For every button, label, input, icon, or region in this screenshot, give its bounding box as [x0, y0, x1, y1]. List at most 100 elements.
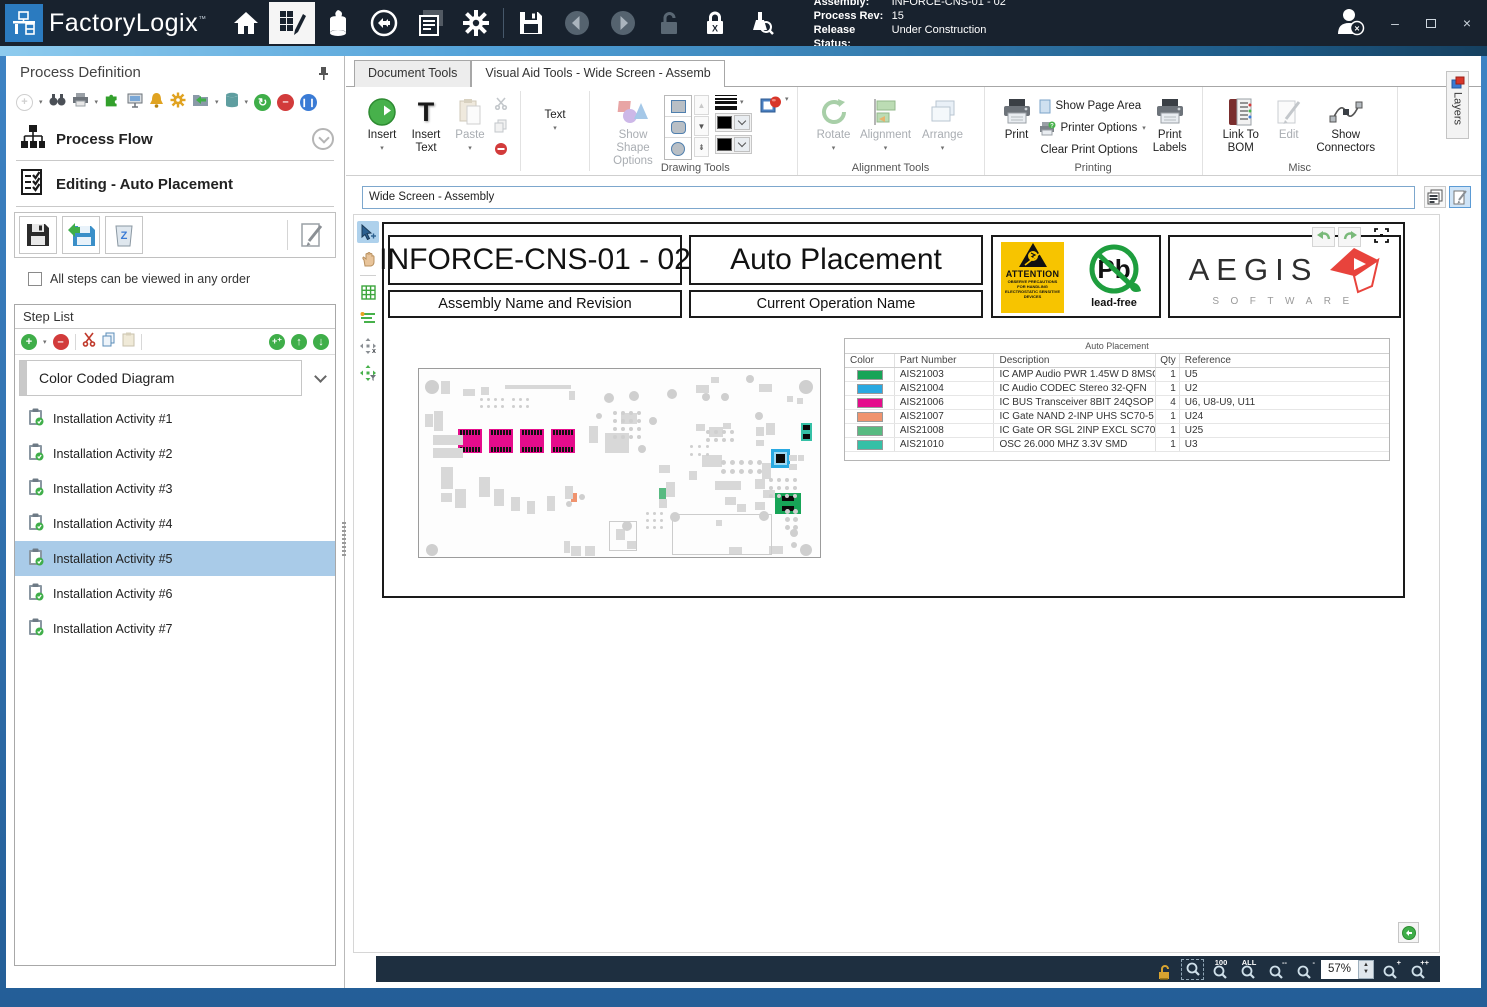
refresh-view-button[interactable] — [1398, 922, 1419, 943]
edit-notes-button[interactable] — [293, 216, 331, 254]
gallery-up-icon[interactable]: ▲ — [694, 95, 709, 115]
step-item[interactable]: Installation Activity #1 — [15, 401, 335, 436]
save-step-button[interactable] — [19, 216, 57, 254]
step-item-selected[interactable]: Installation Activity #5 — [15, 541, 335, 576]
documents-button[interactable] — [407, 2, 453, 44]
chevron-down-icon[interactable] — [314, 370, 327, 383]
print-button[interactable]: Print — [995, 93, 1039, 142]
rectangle-shape-button[interactable] — [665, 96, 691, 117]
zoom-selection-icon[interactable] — [1181, 959, 1204, 980]
materials-button[interactable] — [315, 2, 361, 44]
document-name-field[interactable]: Wide Screen - Assembly — [362, 186, 1415, 209]
step-item[interactable]: Installation Activity #3 — [15, 471, 335, 506]
paste-icon[interactable] — [122, 332, 135, 352]
search-binoculars-icon[interactable] — [49, 92, 66, 112]
line-color-dropdown[interactable] — [715, 113, 752, 132]
gallery-down-icon[interactable]: ▼ — [694, 116, 709, 136]
collapse-section-icon[interactable] — [312, 128, 334, 150]
zoom-out-fast-icon[interactable]: -- — [1265, 959, 1288, 980]
cut-icon[interactable] — [82, 332, 96, 352]
zoom-in-icon[interactable]: + — [1379, 959, 1402, 980]
database-icon[interactable] — [225, 92, 239, 113]
refresh-icon[interactable]: ↻ — [254, 94, 271, 111]
insert-text-button[interactable]: T Insert Text — [404, 93, 448, 155]
clear-print-options-button[interactable]: Clear Print Options — [1039, 141, 1146, 159]
maximize-button[interactable] — [1423, 15, 1439, 31]
unlock-button[interactable] — [646, 2, 692, 44]
step-item[interactable]: Installation Activity #4 — [15, 506, 335, 541]
rotate-button[interactable]: Rotate▾ — [812, 93, 856, 155]
settings-gear-button[interactable] — [453, 2, 499, 44]
caret-icon[interactable]: ▾ — [215, 98, 219, 106]
fullscreen-icon[interactable] — [1374, 228, 1389, 248]
home-button[interactable] — [223, 2, 269, 44]
copy-icon[interactable] — [102, 332, 116, 352]
delete-icon[interactable] — [494, 142, 508, 161]
save-import-button[interactable] — [62, 216, 100, 254]
tab-visual-aid-tools[interactable]: Visual Aid Tools - Wide Screen - Assemb — [471, 60, 724, 87]
zoom-out-icon[interactable]: - — [1293, 959, 1316, 980]
line-weight-dropdown[interactable]: ▾ — [715, 95, 752, 110]
any-order-checkbox[interactable] — [28, 272, 42, 286]
zoom-level-field[interactable]: 57% — [1321, 960, 1358, 979]
format-painter-dropdown[interactable]: ▾ — [760, 95, 789, 115]
redo-button[interactable] — [1338, 227, 1361, 247]
remove-step-icon[interactable]: – — [53, 334, 69, 350]
logout-user-icon[interactable]: × — [1333, 6, 1367, 41]
select-tool-button[interactable] — [357, 221, 379, 243]
cut-icon[interactable] — [494, 97, 508, 115]
show-page-area-button[interactable]: Show Page Area — [1039, 97, 1146, 115]
back-button[interactable] — [554, 2, 600, 44]
insert-button[interactable]: Insert▾ — [360, 93, 404, 155]
minimize-button[interactable]: – — [1387, 15, 1403, 31]
close-button[interactable]: × — [1459, 15, 1475, 31]
lock-close-button[interactable]: X — [692, 2, 738, 44]
zoom-100-icon[interactable]: 100 — [1209, 959, 1232, 980]
step-item[interactable]: Installation Activity #2 — [15, 436, 335, 471]
document-report-button[interactable] — [1424, 186, 1446, 208]
discard-step-button[interactable]: Z — [105, 216, 143, 254]
gallery-more-icon[interactable]: ⇟ — [694, 137, 709, 157]
undo-button[interactable] — [1312, 227, 1335, 247]
pause-icon[interactable]: ❙❙ — [300, 94, 317, 111]
rounded-rectangle-shape-button[interactable] — [665, 117, 691, 138]
bell-icon[interactable] — [149, 92, 164, 113]
caret-icon[interactable]: ▾ — [39, 98, 43, 106]
arrange-button[interactable]: Arrange▾ — [916, 93, 970, 155]
link-to-bom-button[interactable]: Link To BOM — [1215, 93, 1267, 155]
add-existing-icon[interactable]: +⁺ — [269, 334, 285, 350]
save-button[interactable] — [508, 2, 554, 44]
zoom-in-fast-icon[interactable]: ++ — [1407, 959, 1430, 980]
printer-options-button[interactable]: ? Printer Options▾ — [1039, 119, 1146, 137]
visual-aid-page[interactable]: INFORCE-CNS-01 - 02 Assembly Name and Re… — [382, 222, 1405, 598]
layers-tab[interactable]: Layers — [1446, 71, 1469, 139]
forward-button[interactable] — [600, 2, 646, 44]
tab-document-tools[interactable]: Document Tools — [354, 60, 471, 87]
move-down-icon[interactable]: ↓ — [313, 334, 329, 350]
stop-icon[interactable]: – — [277, 94, 294, 111]
plugin-puzzle-icon[interactable] — [104, 92, 121, 113]
fill-color-dropdown[interactable] — [715, 135, 752, 154]
document-edit-button[interactable] — [1449, 186, 1471, 208]
paste-button[interactable]: Paste▾ — [448, 93, 492, 155]
pin-icon[interactable] — [317, 66, 330, 86]
add-icon[interactable]: + — [16, 94, 33, 111]
move-up-icon[interactable]: ↑ — [291, 334, 307, 350]
process-definition-button[interactable] — [269, 2, 315, 44]
zoom-spinner[interactable]: ▲▼ — [1358, 960, 1374, 979]
presentation-icon[interactable] — [127, 92, 143, 113]
caret-icon[interactable]: ▾ — [95, 98, 99, 106]
move-lock-tool-button[interactable]: x — [357, 335, 379, 357]
alignment-button[interactable]: Alignment▾ — [856, 93, 916, 155]
snap-list-tool-button[interactable] — [357, 308, 379, 330]
copy-icon[interactable] — [494, 119, 508, 138]
show-connectors-button[interactable]: Show Connectors — [1311, 93, 1381, 155]
grid-tool-button[interactable] — [357, 281, 379, 303]
pan-tool-button[interactable] — [357, 248, 379, 270]
text-button[interactable]: Text▾ — [533, 93, 577, 135]
move-filter-tool-button[interactable] — [357, 362, 379, 384]
gear-gold-icon[interactable] — [170, 92, 186, 113]
zoom-all-icon[interactable]: ALL — [1237, 959, 1260, 980]
ellipse-shape-button[interactable] — [665, 138, 691, 159]
audit-search-button[interactable] — [738, 2, 784, 44]
